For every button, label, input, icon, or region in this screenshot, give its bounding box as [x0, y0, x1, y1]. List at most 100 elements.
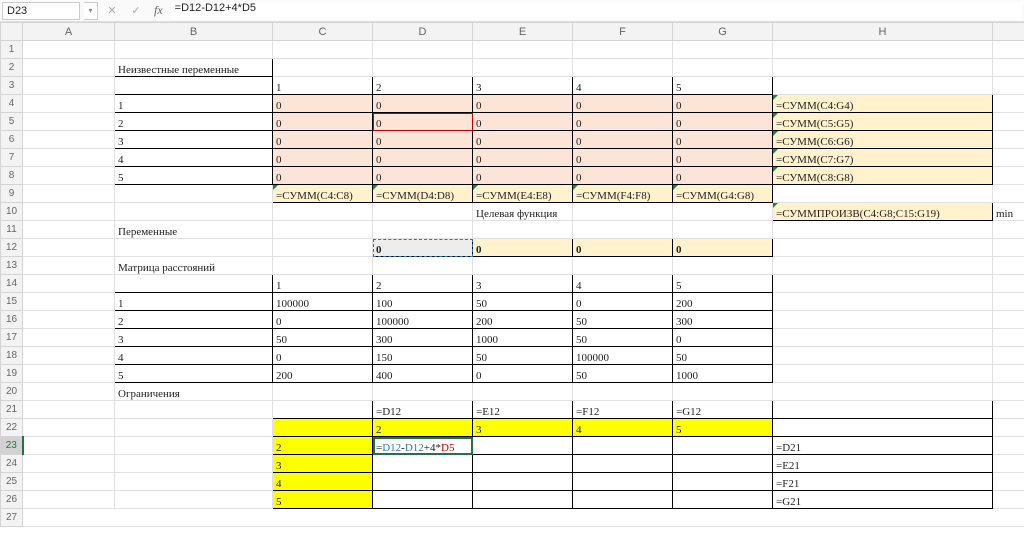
cell[interactable]: 3: [473, 419, 573, 437]
col-header[interactable]: F: [573, 23, 673, 41]
cell[interactable]: 0: [573, 95, 673, 113]
row-header[interactable]: 6: [1, 131, 23, 149]
row-header[interactable]: 17: [1, 329, 23, 347]
cell[interactable]: 0: [673, 329, 773, 347]
cell[interactable]: 4: [273, 473, 373, 491]
cell[interactable]: 0: [673, 149, 773, 167]
cell[interactable]: 0: [473, 95, 573, 113]
cell[interactable]: 0: [673, 95, 773, 113]
cell[interactable]: 0: [373, 149, 473, 167]
cell[interactable]: 200: [673, 293, 773, 311]
cell[interactable]: 0: [673, 167, 773, 185]
row-header[interactable]: 13: [1, 257, 23, 275]
cell[interactable]: 2: [115, 311, 273, 329]
cell[interactable]: 0: [473, 149, 573, 167]
cell[interactable]: 50: [573, 329, 673, 347]
cell[interactable]: 0: [273, 347, 373, 365]
cell[interactable]: 0: [273, 149, 373, 167]
cell[interactable]: 300: [373, 329, 473, 347]
row-header[interactable]: 27: [1, 509, 23, 527]
cell[interactable]: 0: [573, 149, 673, 167]
cell[interactable]: 0: [573, 131, 673, 149]
cell[interactable]: 50: [473, 293, 573, 311]
cell[interactable]: 3: [115, 131, 273, 149]
row-header[interactable]: 8: [1, 167, 23, 185]
cell[interactable]: 0: [573, 293, 673, 311]
cell[interactable]: =СУММ(G4:G8): [673, 185, 773, 203]
cell[interactable]: =F21: [773, 473, 993, 491]
cell[interactable]: 5: [673, 275, 773, 293]
cell[interactable]: 4: [115, 347, 273, 365]
cell[interactable]: 4: [573, 275, 673, 293]
row-header[interactable]: 11: [1, 221, 23, 239]
cell[interactable]: 50: [573, 311, 673, 329]
row-header[interactable]: 19: [1, 365, 23, 383]
cell[interactable]: 2: [373, 419, 473, 437]
cell[interactable]: 100000: [373, 311, 473, 329]
cell[interactable]: =СУММ(E4:E8): [473, 185, 573, 203]
cell[interactable]: 50: [573, 365, 673, 383]
cell[interactable]: 0: [273, 311, 373, 329]
row-header[interactable]: 20: [1, 383, 23, 401]
cell[interactable]: =СУММ(D4:D8): [373, 185, 473, 203]
cell[interactable]: 50: [273, 329, 373, 347]
cell[interactable]: 0: [373, 239, 473, 257]
cell[interactable]: 0: [673, 239, 773, 257]
cell[interactable]: 50: [673, 347, 773, 365]
cell[interactable]: 0: [373, 167, 473, 185]
col-header[interactable]: G: [673, 23, 773, 41]
cell[interactable]: 200: [473, 311, 573, 329]
cell[interactable]: 0: [673, 113, 773, 131]
cell[interactable]: =E12: [473, 401, 573, 419]
cell[interactable]: =СУММ(C5:G5): [773, 113, 993, 131]
cell[interactable]: 1000: [473, 329, 573, 347]
col-header[interactable]: D: [373, 23, 473, 41]
editing-cell[interactable]: =D12-D12+4*D5: [373, 437, 473, 455]
cell[interactable]: 2: [115, 113, 273, 131]
cell[interactable]: 1: [115, 293, 273, 311]
cell[interactable]: 150: [373, 347, 473, 365]
cell[interactable]: 1: [273, 77, 373, 95]
name-box[interactable]: D23: [2, 2, 80, 20]
cell[interactable]: 3: [115, 329, 273, 347]
row-header[interactable]: 1: [1, 41, 23, 59]
cell[interactable]: =G12: [673, 401, 773, 419]
confirm-icon[interactable]: [126, 2, 146, 20]
cell[interactable]: 0: [573, 113, 673, 131]
cell[interactable]: 3: [273, 455, 373, 473]
cell[interactable]: 5: [673, 419, 773, 437]
cell[interactable]: 0: [473, 131, 573, 149]
row-header[interactable]: 26: [1, 491, 23, 509]
cell[interactable]: 1: [115, 95, 273, 113]
cell[interactable]: =СУММ(C7:G7): [773, 149, 993, 167]
name-box-dropdown[interactable]: ▾: [84, 2, 98, 20]
col-header[interactable]: [993, 23, 1024, 41]
cell[interactable]: 200: [273, 365, 373, 383]
cell[interactable]: 50: [473, 347, 573, 365]
cell[interactable]: 0: [473, 167, 573, 185]
cell[interactable]: =G21: [773, 491, 993, 509]
cell[interactable]: =СУММ(C4:C8): [273, 185, 373, 203]
cancel-icon[interactable]: [102, 2, 122, 20]
cell[interactable]: 2: [373, 275, 473, 293]
cell[interactable]: 3: [473, 275, 573, 293]
row-header[interactable]: 4: [1, 95, 23, 113]
cell[interactable]: 4: [573, 77, 673, 95]
cell[interactable]: 300: [673, 311, 773, 329]
row-header[interactable]: 12: [1, 239, 23, 257]
cell[interactable]: =F12: [573, 401, 673, 419]
cell[interactable]: 0: [473, 113, 573, 131]
row-header[interactable]: 25: [1, 473, 23, 491]
cell[interactable]: 0: [673, 131, 773, 149]
cell[interactable]: 400: [373, 365, 473, 383]
cell[interactable]: 4: [115, 149, 273, 167]
cell[interactable]: 5: [273, 491, 373, 509]
cell[interactable]: =СУММ(C4:G4): [773, 95, 993, 113]
row-header[interactable]: 22: [1, 419, 23, 437]
col-header[interactable]: A: [23, 23, 115, 41]
cell[interactable]: =СУММ(C6:G6): [773, 131, 993, 149]
cell[interactable]: 100000: [573, 347, 673, 365]
row-header[interactable]: 2: [1, 59, 23, 77]
cell[interactable]: 0: [573, 239, 673, 257]
cell[interactable]: 0: [373, 113, 473, 131]
